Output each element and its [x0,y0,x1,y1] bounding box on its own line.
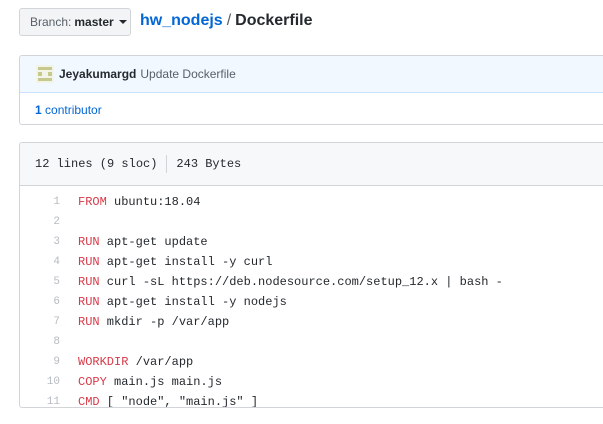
code-keyword: COPY [78,375,107,389]
code-keyword: RUN [78,295,100,309]
code-line: 8 [20,332,603,352]
code-keyword: WORKDIR [78,355,129,369]
code-line: 7 RUN mkdir -p /var/app [20,312,603,332]
code-keyword: RUN [78,275,100,289]
contributors-count: 1 [35,102,42,117]
file-viewer: 12 lines (9 sloc) 243 Bytes 1 FROM ubuntu… [19,142,603,408]
line-number[interactable]: 10 [20,376,78,388]
contributors-link[interactable]: 1 contributor [20,93,603,124]
commit-tease: Jeyakumargd Update Dockerfile [20,56,603,93]
code-line: 4 RUN apt-get install -y curl [20,252,603,272]
line-number[interactable]: 8 [20,336,78,348]
line-number[interactable]: 6 [20,296,78,308]
code-text: main.js main.js [106,375,223,389]
code-text: apt-get update [99,235,208,249]
code-line: 6 RUN apt-get install -y nodejs [20,292,603,312]
line-number[interactable]: 9 [20,356,78,368]
code-text: [ "node", "main.js" ] [99,395,259,408]
breadcrumb: hw_nodejs / Dockerfile [140,12,313,30]
code-line: 5 RUN curl -sL https://deb.nodesource.com… [20,272,603,292]
code-line: 3 RUN apt-get update [20,232,603,252]
branch-select-button[interactable]: Branch: master [19,8,131,36]
code-keyword: RUN [78,235,100,249]
breadcrumb-separator: / [226,12,232,29]
code-keyword: CMD [78,395,100,408]
branch-value: master [74,15,114,29]
caret-down-icon [118,20,127,24]
code-text: mkdir -p /var/app [99,315,230,329]
line-number[interactable]: 1 [20,196,78,208]
commit-author[interactable]: Jeyakumargd [59,67,136,81]
code-text: apt-get install -y nodejs [99,295,287,309]
line-number[interactable]: 7 [20,316,78,328]
code-keyword: RUN [78,255,100,269]
code-keyword: RUN [78,315,100,329]
code-line: 2 [20,212,603,232]
branch-label: Branch: [30,15,72,29]
code-body: 1 FROM ubuntu:18.04 2 3 RUN apt-get update… [20,186,603,408]
commit-message[interactable]: Update Dockerfile [140,67,235,81]
file-lines-info: 12 lines (9 sloc) [35,157,158,171]
line-number[interactable]: 4 [20,256,78,268]
repo-link[interactable]: hw_nodejs [140,12,223,29]
line-number[interactable]: 5 [20,276,78,288]
code-line: 9 WORKDIR /var/app [20,352,603,372]
latest-commit-box: Jeyakumargd Update Dockerfile 1 contribu… [19,55,603,125]
file-header: 12 lines (9 sloc) 243 Bytes [20,143,603,186]
code-text: /var/app [128,355,194,369]
file-size: 243 Bytes [176,157,242,171]
line-number[interactable]: 2 [20,216,78,228]
line-number[interactable]: 11 [20,396,78,407]
identicon-avatar-icon[interactable] [36,65,54,83]
code-text: apt-get install -y curl [99,255,273,269]
file-name: Dockerfile [235,12,313,29]
file-info-divider [166,155,168,173]
line-number[interactable]: 3 [20,236,78,248]
code-text: ubuntu:18.04 [106,195,201,209]
contributors-label: contributor [45,102,102,117]
code-line: 11 CMD [ "node", "main.js" ] [20,392,603,408]
code-text: curl -sL https://deb.nodesource.com/setu… [99,275,503,289]
code-keyword: FROM [78,195,107,209]
code-line: 10 COPY main.js main.js [20,372,603,392]
code-line: 1 FROM ubuntu:18.04 [20,192,603,212]
